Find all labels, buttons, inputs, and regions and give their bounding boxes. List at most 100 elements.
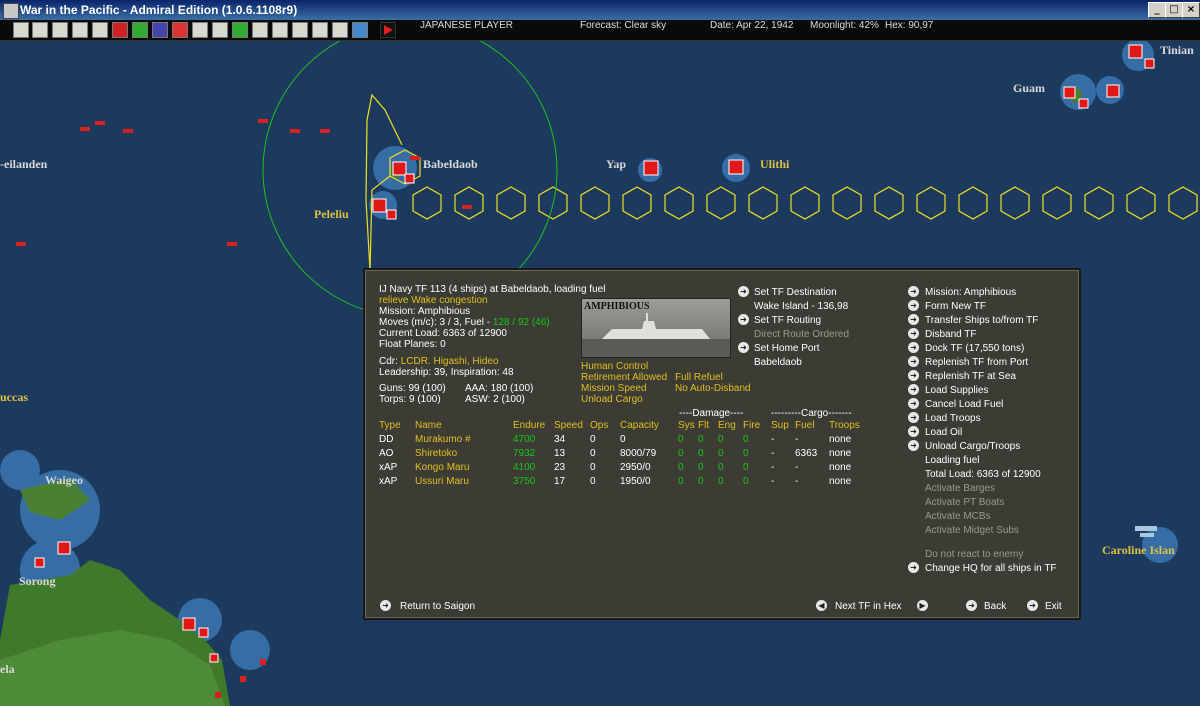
set-destination-arrow-icon[interactable]: ➜ — [738, 286, 749, 297]
toolbar-flag-icon[interactable] — [172, 22, 188, 38]
next-tf-arrow-icon[interactable]: ▶ — [917, 600, 928, 611]
total-load: Total Load: 6363 of 12900 — [925, 469, 1041, 480]
ship-cell-fire: 0 — [743, 462, 749, 473]
toolbar-list-icon[interactable] — [32, 22, 48, 38]
load-oil-arrow-icon[interactable]: ➜ — [908, 426, 919, 437]
toolbar-base-icon[interactable] — [192, 22, 208, 38]
ship-cell-name[interactable]: Murakumo # — [415, 434, 471, 446]
ship-cell-sys: 0 — [678, 476, 684, 487]
back-arrow-icon[interactable]: ➜ — [966, 600, 977, 611]
load-supplies-arrow-icon[interactable]: ➜ — [908, 384, 919, 395]
ship-cell-name[interactable]: Kongo Maru — [415, 462, 469, 474]
action-load-supplies[interactable]: Load Supplies — [925, 385, 988, 397]
dock-arrow-icon[interactable]: ➜ — [908, 342, 919, 353]
mission-photo: AMPHIBIOUS — [581, 298, 731, 358]
toolbar-op-icon[interactable] — [312, 22, 328, 38]
maximize-button[interactable]: □ — [1165, 2, 1183, 18]
ship-cell-name[interactable]: Ussuri Maru — [415, 476, 469, 488]
action-transfer[interactable]: Transfer Ships to/from TF — [925, 315, 1038, 327]
col-header-flt: Flt — [698, 420, 710, 431]
set-homeport-arrow-icon[interactable]: ➜ — [738, 342, 749, 353]
toolbar-taskforce-icon[interactable] — [252, 22, 268, 38]
toolbar-grid-icon[interactable] — [332, 22, 348, 38]
toolbar-airgroup-icon[interactable] — [132, 22, 148, 38]
tf-float-planes: Float Planes: 0 — [379, 339, 446, 350]
ship-cell-flt: 0 — [698, 476, 704, 487]
replenish-sea-arrow-icon[interactable]: ➜ — [908, 370, 919, 381]
ship-cell-name[interactable]: Shiretoko — [415, 448, 457, 460]
mission-arrow-icon[interactable]: ➜ — [908, 286, 919, 297]
ship-cell-fuel: - — [795, 476, 799, 487]
unload-arrow-icon[interactable]: ➜ — [908, 440, 919, 451]
exit-arrow-icon[interactable]: ➜ — [1027, 600, 1038, 611]
action-cancel-fuel[interactable]: Cancel Load Fuel — [925, 399, 1003, 411]
action-midget-subs: Activate Midget Subs — [925, 525, 1019, 536]
toolbar-settings-icon[interactable] — [272, 22, 288, 38]
map-label-uccas: uccas — [0, 390, 28, 404]
action-change-hq[interactable]: Change HQ for all ships in TF — [925, 563, 1057, 575]
end-turn-play-icon[interactable] — [380, 22, 396, 38]
ship-cell-eng: 0 — [718, 434, 724, 445]
ship-cell-type: xAP — [379, 462, 398, 473]
exit-button[interactable]: Exit — [1045, 601, 1062, 613]
ship-cell-sys: 0 — [678, 448, 684, 459]
window-title: War in the Pacific - Admiral Edition (1.… — [20, 3, 298, 17]
action-load-oil[interactable]: Load Oil — [925, 427, 962, 439]
action-replenish-sea[interactable]: Replenish TF at Sea — [925, 371, 1016, 383]
toolbar-routes-icon[interactable] — [292, 22, 308, 38]
action-disband[interactable]: Disband TF — [925, 329, 977, 341]
close-button[interactable]: × — [1182, 2, 1200, 18]
change-hq-arrow-icon[interactable]: ➜ — [908, 562, 919, 573]
toolbar-aircraft-icon[interactable] — [152, 22, 168, 38]
map-label-yap: Yap — [606, 157, 627, 171]
return-button[interactable]: Return to Saigon — [400, 601, 475, 613]
unload-toggle[interactable]: Unload Cargo — [581, 394, 643, 406]
col-header-fuel: Fuel — [795, 420, 815, 431]
set-homeport-button[interactable]: Set Home Port — [754, 343, 820, 355]
return-arrow-icon[interactable]: ➜ — [380, 600, 391, 611]
toolbar-ships-icon[interactable] — [72, 22, 88, 38]
action-mission[interactable]: Mission: Amphibious — [925, 287, 1016, 299]
col-header-sup: Sup — [771, 420, 789, 431]
toolbar-japan-flag-icon[interactable] — [112, 22, 128, 38]
map-label-ela: ela — [0, 662, 15, 676]
toolbar-terrain-icon[interactable] — [232, 22, 248, 38]
minimize-button[interactable]: _ — [1148, 2, 1166, 18]
col-header-ops: Ops — [590, 420, 609, 431]
toolbar-weather-icon[interactable] — [352, 22, 368, 38]
ship-cell-ops: 0 — [590, 434, 596, 445]
toolbar-intel-icon[interactable] — [92, 22, 108, 38]
load-troops-arrow-icon[interactable]: ➜ — [908, 412, 919, 423]
toolbar-ground-icon[interactable] — [212, 22, 228, 38]
toolbar-report-icon[interactable] — [52, 22, 68, 38]
ship-cell-sup: - — [771, 448, 775, 459]
tf-asw: ASW: 2 (100) — [465, 394, 525, 405]
routing-value: Direct Route Ordered — [754, 329, 850, 340]
toolbar-info-icon[interactable] — [13, 22, 29, 38]
action-dock[interactable]: Dock TF (17,550 tons) — [925, 343, 1024, 355]
replenish-port-arrow-icon[interactable]: ➜ — [908, 356, 919, 367]
set-destination-button[interactable]: Set TF Destination — [754, 287, 837, 299]
ship-cell-flt: 0 — [698, 462, 704, 473]
next-tf-button[interactable]: Next TF in Hex — [835, 601, 902, 613]
ship-cell-endure: 7932 — [513, 448, 536, 459]
action-form-new[interactable]: Form New TF — [925, 301, 986, 313]
action-barges: Activate Barges — [925, 483, 996, 494]
set-routing-button[interactable]: Set TF Routing — [754, 315, 821, 327]
ship-cell-endure: 4700 — [513, 434, 536, 445]
prev-tf-arrow-icon[interactable]: ◀ — [816, 600, 827, 611]
col-header-capacity: Capacity — [620, 420, 659, 431]
action-unload[interactable]: Unload Cargo/Troops — [925, 441, 1020, 453]
action-load-troops[interactable]: Load Troops — [925, 413, 981, 425]
cancel-fuel-arrow-icon[interactable]: ➜ — [908, 398, 919, 409]
map-label-eilanden: -eilanden — [0, 157, 48, 171]
set-routing-arrow-icon[interactable]: ➜ — [738, 314, 749, 325]
back-button[interactable]: Back — [984, 601, 1006, 613]
cdr-name-link[interactable]: LCDR. Higashi, Hideo — [401, 356, 499, 367]
ship-cell-ops: 0 — [590, 448, 596, 459]
disband-toggle[interactable]: No Auto-Disband — [675, 383, 751, 395]
form-new-arrow-icon[interactable]: ➜ — [908, 300, 919, 311]
action-replenish-port[interactable]: Replenish TF from Port — [925, 357, 1028, 369]
transfer-arrow-icon[interactable]: ➜ — [908, 314, 919, 325]
disband-arrow-icon[interactable]: ➜ — [908, 328, 919, 339]
